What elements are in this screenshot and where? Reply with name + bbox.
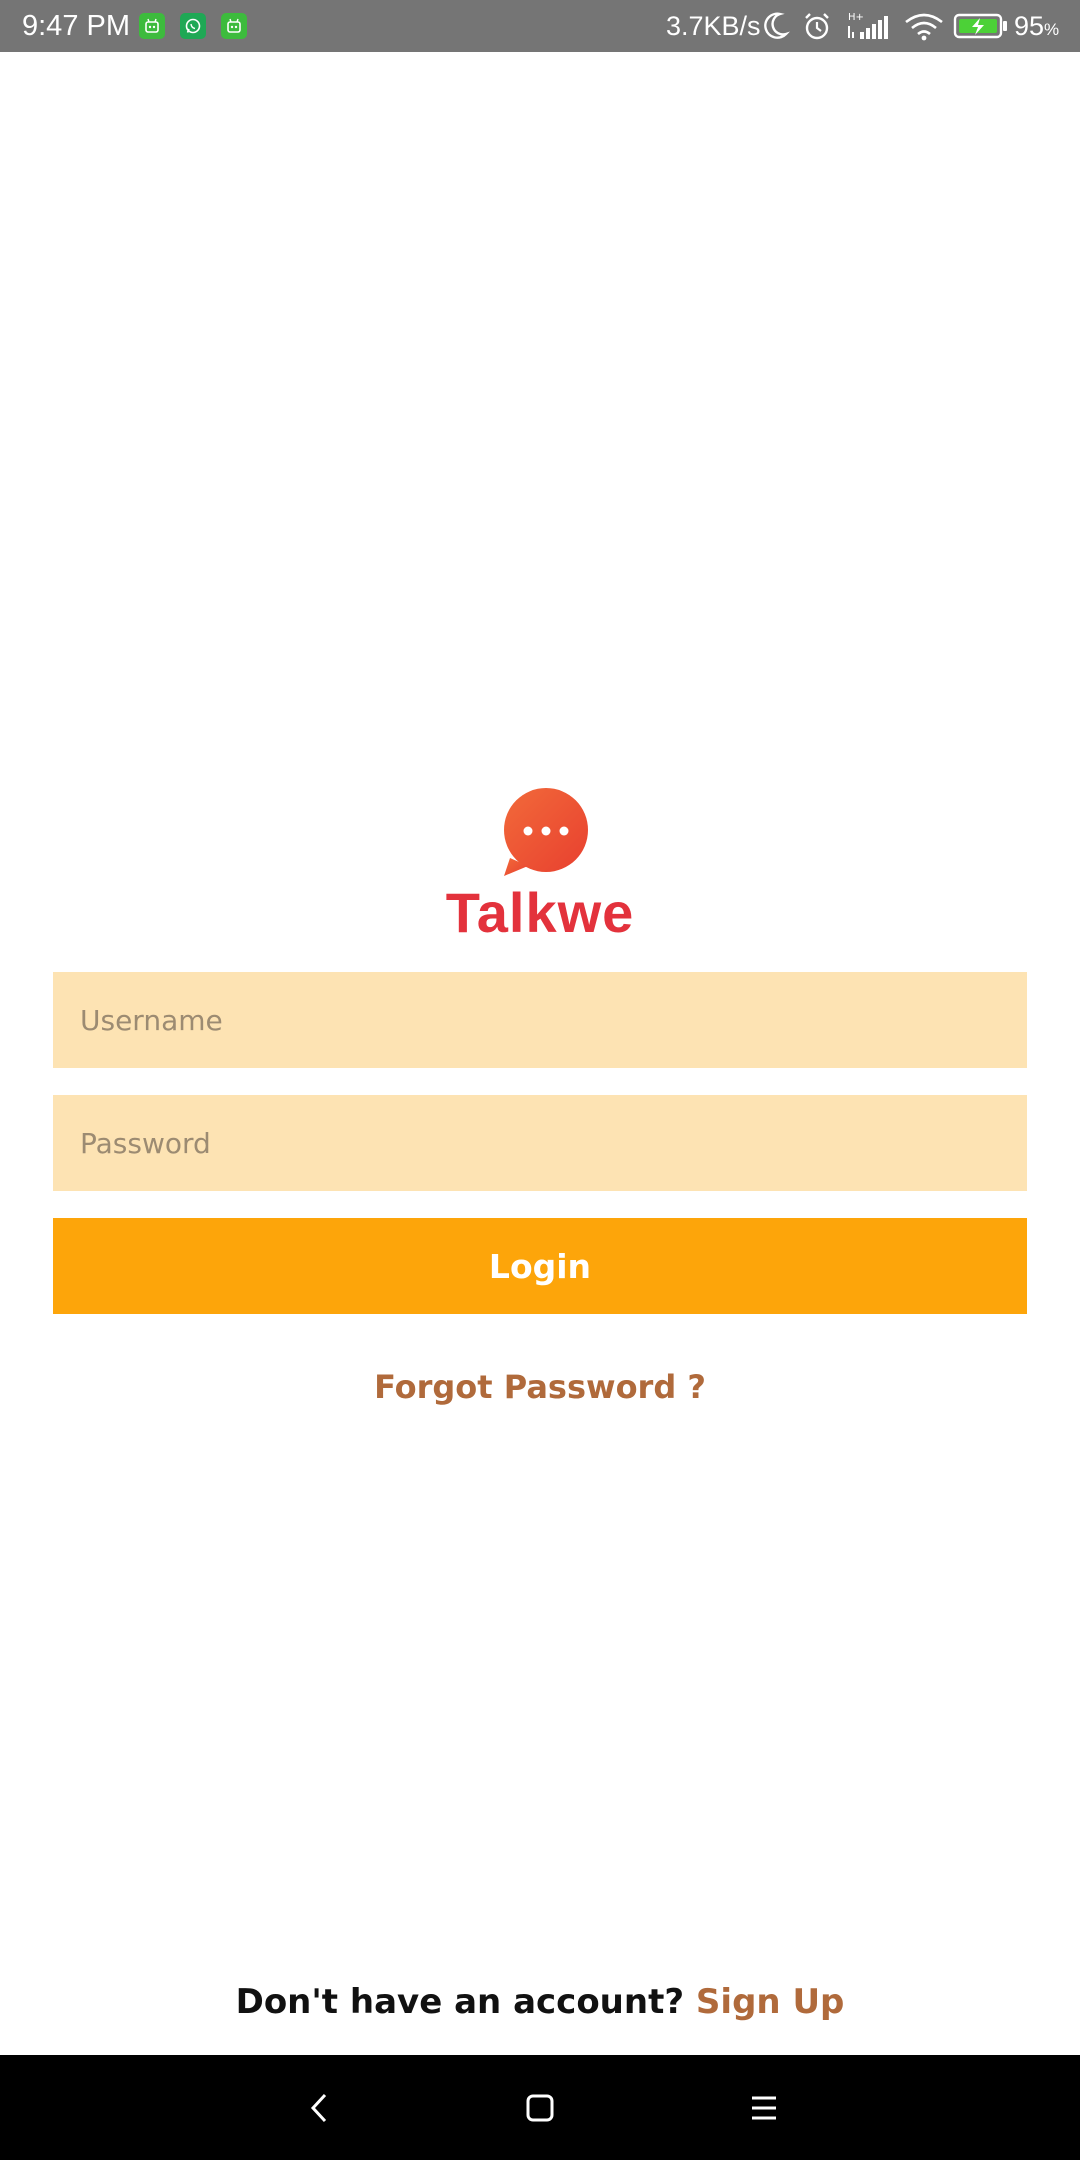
signup-link[interactable]: Sign Up: [696, 1982, 844, 2022]
battery-percent: 95%: [1014, 11, 1060, 41]
username-input[interactable]: [53, 972, 1027, 1068]
back-icon[interactable]: [296, 2085, 342, 2131]
login-button[interactable]: Login: [53, 1218, 1027, 1314]
signup-row: Don't have an account? Sign Up: [0, 1978, 1080, 2026]
wifi-icon: [905, 13, 943, 41]
battery-icon: [953, 13, 1007, 39]
menu-icon[interactable]: [741, 2085, 787, 2131]
robot-icon: [139, 13, 165, 39]
signup-prompt: Don't have an account?: [235, 1982, 685, 2022]
robot-icon: [221, 13, 247, 39]
brand-name: Talkwe: [445, 881, 635, 944]
home-icon[interactable]: [517, 2085, 563, 2131]
svg-text:H+: H+: [848, 12, 864, 23]
status-time: 9:47 PM: [22, 10, 130, 42]
chat-bubble-icon: [504, 788, 588, 876]
alarm-icon: [805, 13, 829, 40]
password-input[interactable]: [53, 1095, 1027, 1191]
forgot-password-link[interactable]: Forgot Password ?: [0, 1364, 1080, 1410]
status-bar: 9:47 PM 3.7KB/s H+ 95%: [0, 0, 1080, 52]
network-speed: 3.7KB/s: [666, 11, 761, 41]
signal-icon: H+: [848, 12, 888, 39]
moon-icon: [764, 12, 790, 39]
navigation-bar: [0, 2055, 1080, 2160]
whatsapp-icon: [180, 13, 206, 39]
